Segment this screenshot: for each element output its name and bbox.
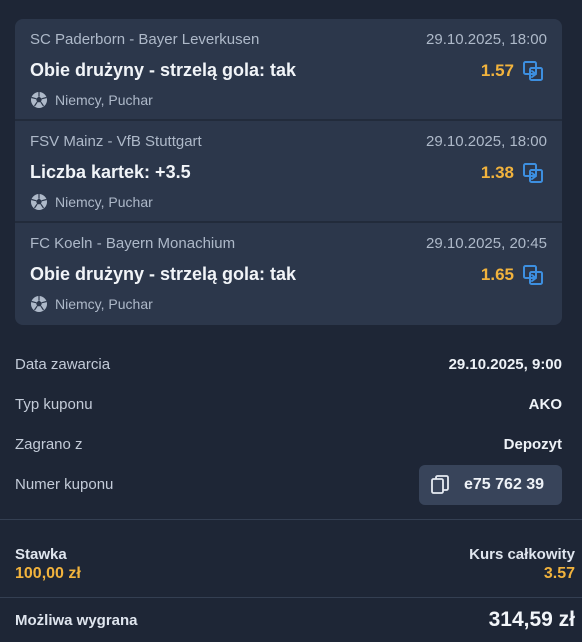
match-name: FSV Mainz - VfB Stuttgart — [30, 133, 202, 150]
total-odds-label: Kurs całkowity — [469, 546, 575, 563]
bet-leg[interactable]: FC Koeln - Bayern Monachium 29.10.2025, … — [15, 223, 562, 325]
bet-builder-icon[interactable] — [522, 60, 544, 82]
bet-odds: 1.38 — [480, 163, 514, 182]
bet-legs-card: SC Paderborn - Bayer Leverkusen 29.10.20… — [15, 19, 562, 325]
coupon-type-label: Typ kuponu — [15, 396, 93, 413]
bet-builder-icon[interactable] — [522, 162, 544, 184]
possible-win-value: 314,59 zł — [488, 608, 575, 631]
source-label: Zagrano z — [15, 436, 83, 453]
match-name: SC Paderborn - Bayer Leverkusen — [30, 31, 260, 48]
stake-label: Stawka — [15, 546, 67, 563]
league-name: Niemcy, Puchar — [55, 194, 153, 210]
league-name: Niemcy, Puchar — [55, 296, 153, 312]
league-info: Niemcy, Puchar — [30, 193, 153, 211]
football-icon — [31, 92, 47, 108]
possible-win-label: Możliwa wygrana — [15, 612, 138, 629]
divider — [0, 597, 582, 598]
league-info: Niemcy, Puchar — [30, 295, 153, 313]
bet-builder-icon[interactable] — [522, 264, 544, 286]
match-name: FC Koeln - Bayern Monachium — [30, 235, 236, 252]
divider — [0, 519, 582, 520]
match-date: 29.10.2025, 18:00 — [426, 133, 547, 150]
match-date: 29.10.2025, 18:00 — [426, 31, 547, 48]
bet-selection: Liczba kartek: +3.5 — [30, 162, 191, 182]
total-odds-value: 3.57 — [543, 565, 575, 582]
football-icon — [31, 296, 47, 312]
source-value: Depozyt — [503, 436, 562, 453]
match-date: 29.10.2025, 20:45 — [426, 235, 547, 252]
bet-selection: Obie drużyny - strzelą gola: tak — [30, 60, 297, 80]
copy-icon — [431, 475, 449, 494]
league-name: Niemcy, Puchar — [55, 92, 153, 108]
bet-selection: Obie drużyny - strzelą gola: tak — [30, 264, 297, 284]
stake-value: 100,00 zł — [15, 565, 81, 582]
bet-leg[interactable]: FSV Mainz - VfB Stuttgart 29.10.2025, 18… — [15, 121, 562, 223]
date-label: Data zawarcia — [15, 356, 111, 373]
coupon-number: e75 762 39 — [464, 476, 545, 493]
football-icon — [31, 194, 47, 210]
coupon-number-label: Numer kuponu — [15, 476, 114, 493]
coupon-details-page: SC Paderborn - Bayer Leverkusen 29.10.20… — [0, 0, 582, 642]
date-value: 29.10.2025, 9:00 — [448, 356, 562, 373]
coupon-type-value: AKO — [528, 396, 562, 413]
bet-odds: 1.57 — [480, 61, 514, 80]
copy-coupon-button[interactable]: e75 762 39 — [419, 465, 562, 505]
bet-odds: 1.65 — [480, 265, 514, 284]
bet-leg[interactable]: SC Paderborn - Bayer Leverkusen 29.10.20… — [15, 19, 562, 121]
league-info: Niemcy, Puchar — [30, 91, 153, 109]
